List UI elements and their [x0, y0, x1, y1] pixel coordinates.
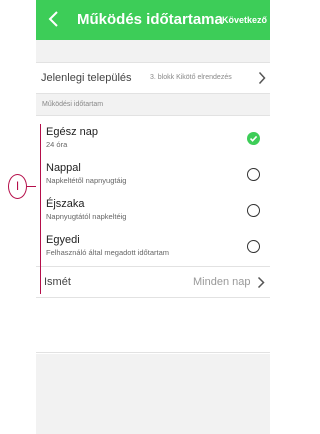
- option-nappal[interactable]: Nappal Napkeltétől napnyugtáig: [36, 162, 270, 196]
- repeat-row[interactable]: Ismét Minden nap: [36, 266, 270, 298]
- option-egesz-nap[interactable]: Egész nap 24 óra: [36, 126, 270, 160]
- chevron-right-icon: [257, 276, 265, 289]
- checkmark-icon: [249, 135, 258, 142]
- current-setting-label: Jelenlegi település: [41, 72, 132, 84]
- radio-unchecked-icon[interactable]: [247, 204, 260, 217]
- divider: [36, 352, 270, 353]
- option-title: Egyedi: [46, 234, 80, 246]
- callout-marker: I: [8, 174, 27, 199]
- option-subtitle: Napnyugtától napkeltéig: [46, 212, 127, 221]
- current-setting-value: 3. blokk Kikötő elrendezés: [150, 74, 232, 81]
- chevron-left-icon: [48, 11, 58, 27]
- option-title: Éjszaka: [46, 198, 85, 210]
- phone-screen: Működés időtartama Következő Jelenlegi t…: [36, 0, 270, 434]
- radio-unchecked-icon[interactable]: [247, 240, 260, 253]
- radio-checked-icon[interactable]: [247, 132, 260, 145]
- option-subtitle: Felhasználó által megadott időtartam: [46, 248, 169, 257]
- option-ejszaka[interactable]: Éjszaka Napnyugtától napkeltéig: [36, 198, 270, 232]
- option-subtitle: Napkeltétől napnyugtáig: [46, 176, 127, 185]
- page-title: Működés időtartama: [77, 11, 223, 28]
- back-button[interactable]: [44, 8, 64, 30]
- option-title: Nappal: [46, 162, 81, 174]
- repeat-label: Ismét: [44, 276, 71, 288]
- next-button[interactable]: Következő: [222, 15, 267, 25]
- radio-unchecked-icon[interactable]: [247, 168, 260, 181]
- section-label: Működési időtartam: [42, 101, 104, 108]
- option-title: Egész nap: [46, 126, 98, 138]
- option-subtitle: 24 óra: [46, 140, 68, 149]
- duration-options-list: Egész nap 24 óra Nappal Napkeltétől napn…: [36, 115, 270, 354]
- repeat-value: Minden nap: [193, 276, 251, 288]
- app-header: Működés időtartama Következő: [36, 0, 270, 40]
- chevron-right-icon: [258, 71, 266, 85]
- option-egyedi[interactable]: Egyedi Felhasználó által megadott időtar…: [36, 234, 270, 268]
- callout-bracket-line: [40, 124, 41, 294]
- current-setting-row[interactable]: Jelenlegi település 3. blokk Kikötő elre…: [36, 62, 270, 94]
